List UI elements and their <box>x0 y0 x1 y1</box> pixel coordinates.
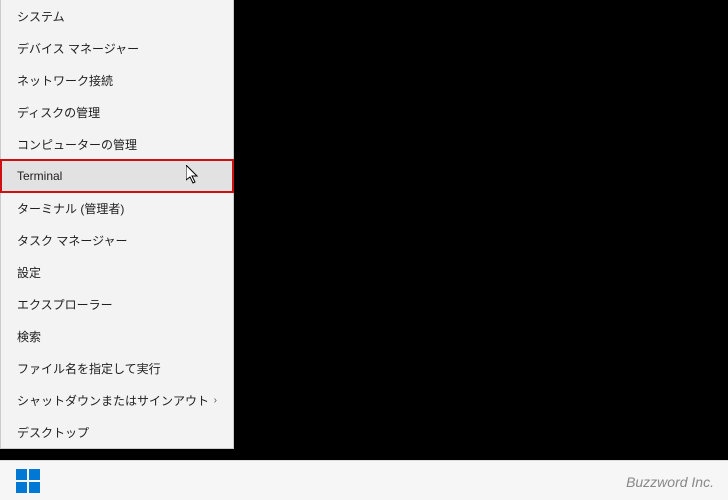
menu-item-label: ファイル名を指定して実行 <box>17 360 161 377</box>
menu-item-label: デスクトップ <box>17 424 89 441</box>
watermark-text: Buzzword Inc. <box>626 474 714 490</box>
menu-item-label: コンピューターの管理 <box>17 136 137 153</box>
menu-item[interactable]: 検索 <box>1 320 233 352</box>
menu-item[interactable]: ファイル名を指定して実行 <box>1 352 233 384</box>
menu-item-label: シャットダウンまたはサインアウト <box>17 392 209 409</box>
menu-item-label: ディスクの管理 <box>17 104 100 121</box>
chevron-right-icon: › <box>214 395 217 406</box>
menu-item-label: 設定 <box>17 264 41 281</box>
desktop-area: システムデバイス マネージャーネットワーク接続ディスクの管理コンピューターの管理… <box>0 0 728 460</box>
menu-item[interactable]: Terminal <box>1 160 233 192</box>
menu-item[interactable]: ターミナル (管理者) <box>1 192 233 224</box>
start-icon-quadrant <box>29 482 40 493</box>
menu-item-label: 検索 <box>17 328 41 345</box>
start-button[interactable] <box>16 469 40 493</box>
winx-context-menu: システムデバイス マネージャーネットワーク接続ディスクの管理コンピューターの管理… <box>0 0 234 449</box>
menu-item-label: ターミナル (管理者) <box>17 200 124 217</box>
menu-item-label: Terminal <box>17 169 62 183</box>
menu-item-label: デバイス マネージャー <box>17 40 139 57</box>
menu-item-label: システム <box>17 8 65 25</box>
menu-item-label: タスク マネージャー <box>17 232 128 249</box>
menu-item[interactable]: デスクトップ <box>1 416 233 448</box>
start-icon-quadrant <box>16 482 27 493</box>
menu-item[interactable]: タスク マネージャー <box>1 224 233 256</box>
menu-item[interactable]: ネットワーク接続 <box>1 64 233 96</box>
start-icon-quadrant <box>16 469 27 480</box>
menu-item[interactable]: シャットダウンまたはサインアウト › <box>1 384 233 416</box>
start-icon-quadrant <box>29 469 40 480</box>
menu-item[interactable]: 設定 <box>1 256 233 288</box>
menu-item-label: エクスプローラー <box>17 296 113 313</box>
menu-item[interactable]: デバイス マネージャー <box>1 32 233 64</box>
menu-item-label: ネットワーク接続 <box>17 72 113 89</box>
menu-item[interactable]: ディスクの管理 <box>1 96 233 128</box>
taskbar: Buzzword Inc. <box>0 460 728 500</box>
menu-item[interactable]: エクスプローラー <box>1 288 233 320</box>
menu-item[interactable]: コンピューターの管理 <box>1 128 233 160</box>
menu-item[interactable]: システム <box>1 0 233 32</box>
